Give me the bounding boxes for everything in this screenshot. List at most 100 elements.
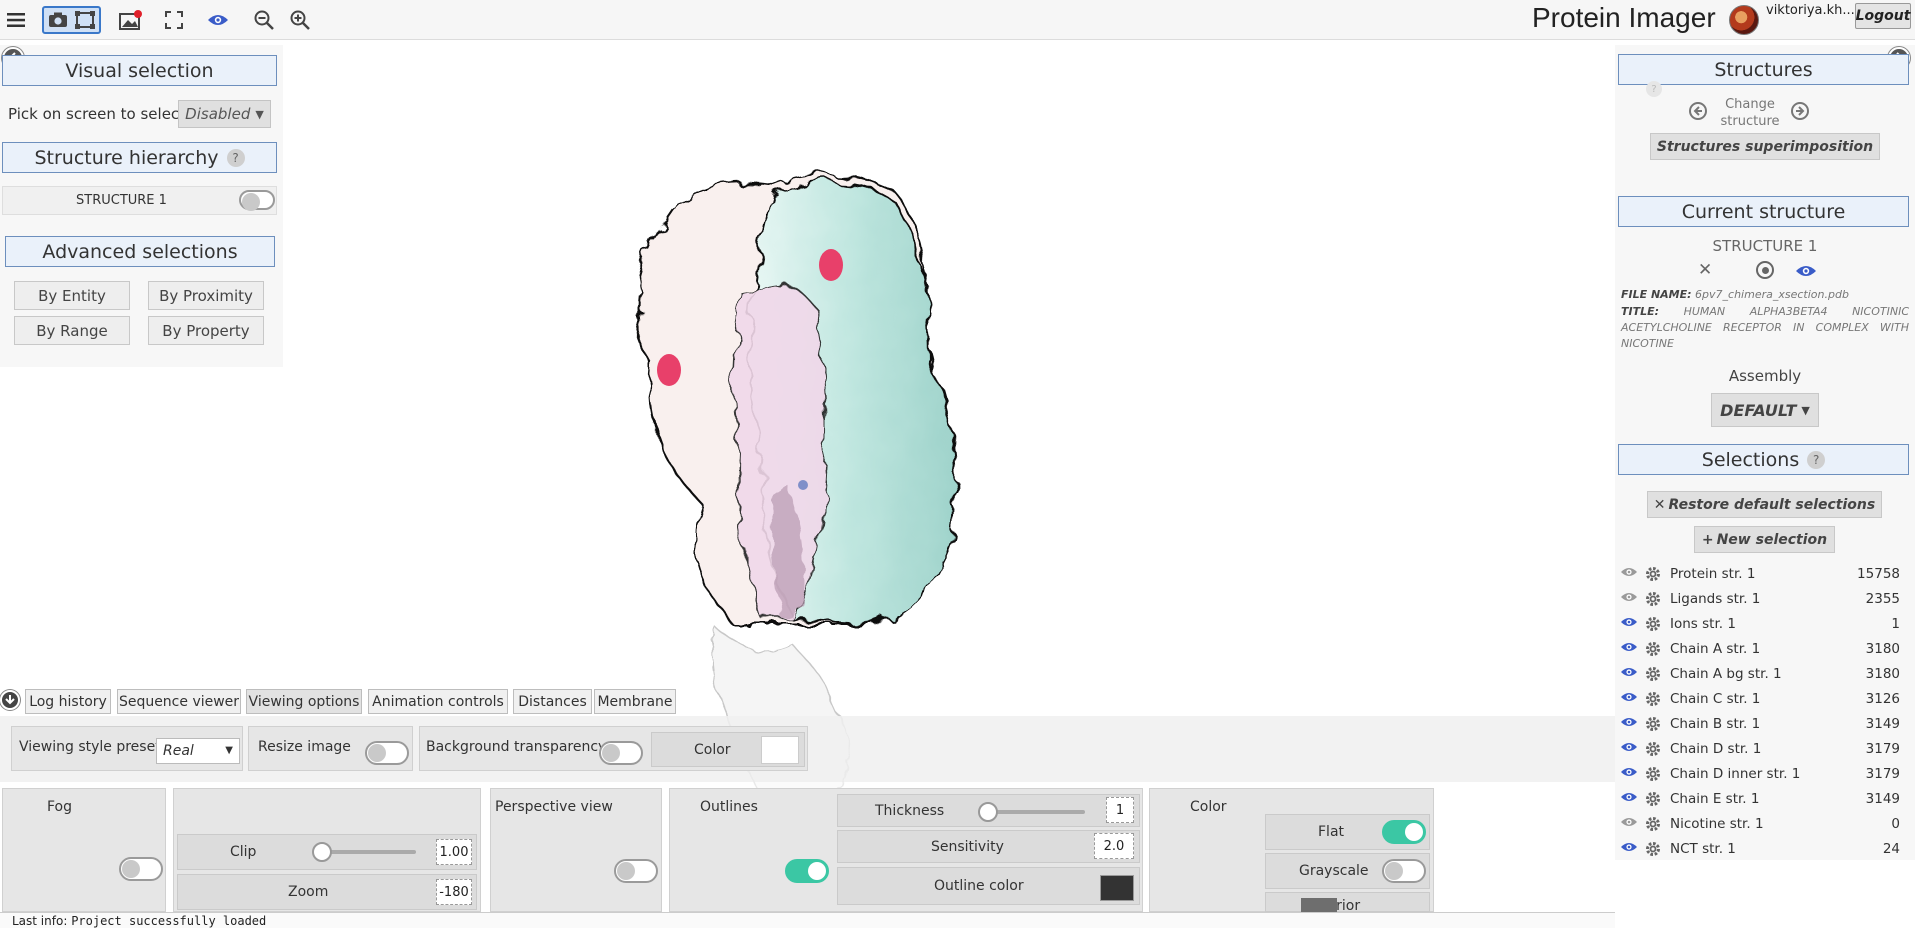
- gear-icon[interactable]: [1645, 666, 1661, 686]
- thickness-slider-knob[interactable]: [978, 802, 998, 822]
- selection-row[interactable]: Ligands str. 1 2355: [1618, 587, 1914, 612]
- eye-icon[interactable]: [1620, 791, 1638, 807]
- structures-help-icon[interactable]: ?: [1646, 81, 1662, 97]
- new-selection-label: New selection: [1716, 531, 1828, 548]
- thickness-value-box[interactable]: 1: [1106, 797, 1134, 823]
- by-property-button[interactable]: By Property: [148, 316, 264, 345]
- clip-slider-knob[interactable]: [312, 842, 332, 862]
- hamburger-menu-icon[interactable]: [1, 6, 31, 34]
- fog-toggle[interactable]: [119, 857, 163, 881]
- selection-row[interactable]: Protein str. 1 15758: [1618, 562, 1914, 587]
- selection-row[interactable]: Chain A str. 1 3180: [1618, 637, 1914, 662]
- remove-structure-icon[interactable]: ✕: [1698, 260, 1712, 280]
- selection-row[interactable]: Chain E str. 1 3149: [1618, 787, 1914, 812]
- structure-visible-eye-icon[interactable]: [1795, 263, 1817, 282]
- eye-icon[interactable]: [1620, 616, 1638, 632]
- tab-membrane[interactable]: Membrane: [594, 689, 676, 714]
- by-proximity-button[interactable]: By Proximity: [148, 281, 264, 310]
- pick-mode-dropdown[interactable]: Disabled ▼: [178, 100, 271, 128]
- by-range-button[interactable]: By Range: [14, 316, 130, 345]
- selection-row[interactable]: Ions str. 1 1: [1618, 612, 1914, 637]
- zoom-value-box[interactable]: -180: [436, 879, 472, 905]
- restore-default-selections-button[interactable]: ✕ Restore default selections: [1647, 491, 1882, 518]
- gear-icon[interactable]: [1645, 691, 1661, 711]
- structures-superimposition-button[interactable]: Structures superimposition: [1650, 133, 1880, 160]
- selection-row[interactable]: NCT str. 1 24: [1618, 837, 1914, 862]
- outlines-toggle[interactable]: [785, 859, 829, 883]
- gear-icon[interactable]: [1645, 841, 1661, 861]
- eye-icon[interactable]: [1620, 591, 1638, 607]
- camera-icon[interactable]: [44, 8, 72, 32]
- zoom-row: Zoom: [177, 874, 477, 910]
- selection-row[interactable]: Chain B str. 1 3149: [1618, 712, 1914, 737]
- caret-down-icon: ▼: [1801, 403, 1810, 417]
- tab-animation-controls[interactable]: Animation controls: [368, 689, 508, 714]
- gear-icon[interactable]: [1645, 766, 1661, 786]
- eye-icon[interactable]: [203, 6, 233, 34]
- zoom-out-icon[interactable]: [249, 6, 279, 34]
- help-icon[interactable]: ?: [226, 148, 245, 167]
- fullscreen-icon[interactable]: [159, 6, 189, 34]
- clip-slider[interactable]: [312, 842, 416, 862]
- selection-label: Ligands str. 1: [1670, 591, 1761, 607]
- selection-row[interactable]: Chain A bg str. 1 3180: [1618, 662, 1914, 687]
- perspective-view-label: Perspective view: [495, 799, 613, 815]
- eye-icon[interactable]: [1620, 641, 1638, 657]
- eye-icon[interactable]: [1620, 691, 1638, 707]
- structure-visibility-toggle[interactable]: [239, 190, 275, 211]
- by-entity-button[interactable]: By Entity: [14, 281, 130, 310]
- flat-toggle[interactable]: [1382, 820, 1426, 844]
- viewing-style-preset-dropdown[interactable]: Real ▼: [156, 738, 240, 764]
- assembly-dropdown[interactable]: DEFAULT ▼: [1711, 393, 1819, 427]
- selection-row[interactable]: Nicotine str. 1 0: [1618, 812, 1914, 837]
- fog-toggle-cell: [113, 789, 165, 911]
- sensitivity-value-box[interactable]: 2.0: [1094, 833, 1134, 859]
- eye-icon[interactable]: [1620, 741, 1638, 757]
- thickness-slider[interactable]: [978, 802, 1085, 822]
- selection-row[interactable]: Chain D inner str. 1 3179: [1618, 762, 1914, 787]
- image-gallery-icon[interactable]: [116, 6, 146, 34]
- gear-icon[interactable]: [1645, 816, 1661, 836]
- tab-viewing-options[interactable]: Viewing options: [246, 689, 362, 714]
- gear-icon[interactable]: [1645, 716, 1661, 736]
- tab-sequence-viewer[interactable]: Sequence viewer: [117, 689, 241, 714]
- perspective-view-toggle[interactable]: [614, 859, 658, 883]
- gear-icon[interactable]: [1645, 591, 1661, 611]
- selection-count: 3180: [1865, 641, 1900, 657]
- gear-icon[interactable]: [1645, 616, 1661, 636]
- focus-structure-icon[interactable]: [1756, 261, 1774, 279]
- hierarchy-structure-row[interactable]: STRUCTURE 1: [2, 186, 277, 215]
- zoom-in-icon[interactable]: [285, 6, 315, 34]
- fog-label: Fog: [47, 799, 73, 815]
- eye-icon[interactable]: [1620, 841, 1638, 857]
- resize-image-toggle[interactable]: [365, 741, 409, 765]
- interior-color-swatch[interactable]: [1301, 898, 1337, 913]
- selection-row[interactable]: Chain D str. 1 3179: [1618, 737, 1914, 762]
- gear-icon[interactable]: [1645, 791, 1661, 811]
- eye-icon[interactable]: [1620, 816, 1638, 832]
- outline-color-swatch[interactable]: [1100, 875, 1134, 901]
- clip-value-box[interactable]: 1.00: [436, 839, 472, 865]
- structure-hierarchy-header: Structure hierarchy ?: [2, 142, 277, 173]
- background-color-swatch[interactable]: [761, 736, 799, 764]
- eye-icon[interactable]: [1620, 566, 1638, 582]
- background-transparency-toggle[interactable]: [599, 741, 643, 765]
- eye-icon[interactable]: [1620, 716, 1638, 732]
- gear-icon[interactable]: [1645, 641, 1661, 661]
- status-label: Last info:: [12, 914, 68, 928]
- selection-row[interactable]: Chain C str. 1 3126: [1618, 687, 1914, 712]
- frame-capture-icon[interactable]: [72, 8, 100, 32]
- eye-icon[interactable]: [1620, 666, 1638, 682]
- gear-icon[interactable]: [1645, 741, 1661, 761]
- tab-distances[interactable]: Distances: [513, 689, 592, 714]
- new-selection-button[interactable]: + New selection: [1694, 526, 1835, 553]
- logout-button[interactable]: Logout: [1855, 3, 1911, 29]
- eye-icon[interactable]: [1620, 766, 1638, 782]
- grayscale-toggle[interactable]: [1382, 859, 1426, 883]
- gear-icon[interactable]: [1645, 566, 1661, 586]
- next-structure-icon[interactable]: [1791, 102, 1809, 120]
- avatar[interactable]: [1729, 5, 1759, 35]
- previous-structure-icon[interactable]: [1689, 102, 1707, 120]
- help-icon[interactable]: ?: [1807, 450, 1826, 469]
- tab-log-history[interactable]: Log history: [25, 689, 111, 714]
